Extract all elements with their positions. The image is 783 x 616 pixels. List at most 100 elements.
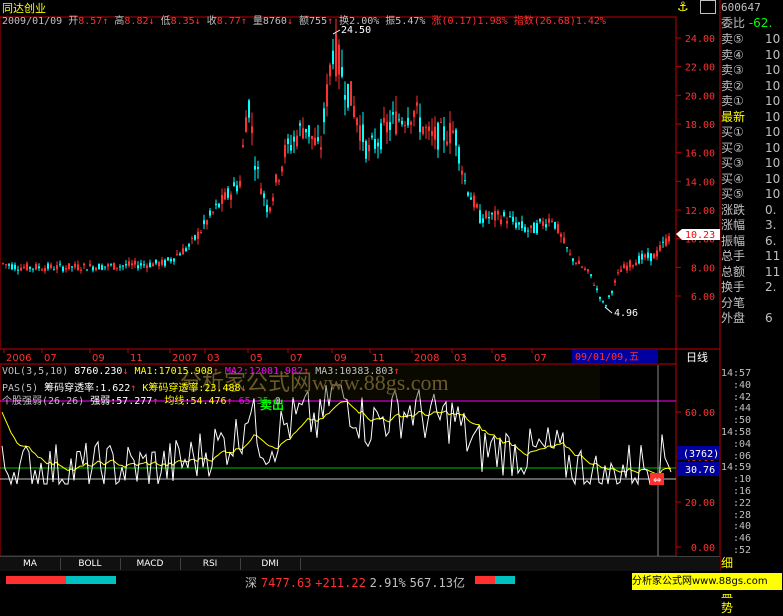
price-axis: 24.0022.0020.0018.0016.0014.0012.0010.00… (676, 34, 715, 303)
price-tick-label: 12.00 (685, 206, 715, 217)
quote-label: 涨跌 (721, 202, 746, 217)
candle-body (182, 248, 184, 255)
tab-macd[interactable]: MACD (120, 558, 181, 570)
candle-body (371, 135, 373, 138)
candle-body (377, 142, 379, 147)
turnover-label: 换 (339, 16, 350, 27)
candle-body (638, 255, 640, 264)
candle-body (581, 266, 583, 268)
high-value: 8.82 (124, 16, 149, 27)
low-label: 低 (160, 16, 171, 27)
candle-body (434, 126, 436, 140)
quote-value: 6 (765, 311, 773, 325)
candle-body (266, 204, 268, 213)
time-tick-label: 05 (494, 353, 507, 364)
period-label[interactable]: 日线 (686, 350, 708, 364)
candle-body (194, 235, 196, 240)
quote-label: 最新 (721, 109, 746, 124)
detail-tabs[interactable]: 细价盘势 (721, 556, 733, 615)
quote-label: 买① (721, 125, 744, 139)
candle-body (563, 237, 565, 244)
quote-value: 10 (765, 109, 781, 124)
candle-body (278, 180, 280, 182)
vol-line: VOL(3,5,10) 8760.230↓ MA1:17015.908↑ MA2… (2, 366, 400, 377)
tick-time: 14:58 (721, 427, 752, 438)
candle-body (383, 118, 385, 123)
candle-body (26, 263, 28, 271)
anchor-icon[interactable]: ⚓ (677, 0, 689, 15)
candle-body (557, 224, 559, 233)
candle-body (605, 305, 607, 307)
candle-body (476, 204, 478, 208)
candle-body (401, 120, 403, 125)
candle-body (362, 124, 364, 143)
window-button[interactable] (700, 0, 716, 14)
price-tick-label: 22.00 (685, 63, 715, 74)
candle-body (299, 123, 301, 126)
candle-body (512, 216, 514, 222)
time-tick-label: 03 (454, 353, 467, 364)
price-tick-label: 20.00 (685, 91, 715, 102)
candle-body (404, 125, 406, 127)
candle-body (119, 266, 121, 268)
tab-ma[interactable]: MA (0, 558, 61, 570)
candle-body (257, 166, 259, 169)
time-tick-label: 2008 (414, 353, 439, 364)
open-label: 开 (68, 16, 79, 27)
candle-body (485, 211, 487, 219)
candle-body (419, 117, 421, 133)
candle-body (305, 128, 307, 133)
candle-body (179, 253, 181, 256)
tab-dmi[interactable]: DMI (240, 558, 301, 570)
candle-body (44, 268, 46, 272)
candle-body (128, 261, 130, 266)
volume-label: 量 (252, 16, 263, 27)
candle-body (332, 50, 334, 65)
candle-body (647, 252, 649, 258)
candle-body (131, 263, 133, 266)
change-value: (0.17)1.98% (441, 16, 508, 27)
quote-value: 10 (765, 140, 781, 155)
candle-body (146, 265, 148, 269)
candle-body (368, 144, 370, 152)
avg-label: 均线: (164, 396, 191, 407)
tick-time: :46 (733, 533, 752, 545)
quote-row: 卖⑤ 10 (721, 32, 783, 47)
market-amount: 567.13亿 (409, 576, 465, 590)
quote-row: 涨跌 0. (721, 203, 783, 218)
candle-body (59, 263, 61, 265)
candle-body (386, 122, 388, 133)
candle-body (269, 207, 271, 212)
candle-body (545, 224, 547, 228)
candle-body (479, 210, 481, 224)
quote-row: 最新 10 (721, 110, 783, 125)
candle-body (398, 119, 400, 121)
candle-body (641, 253, 643, 260)
candle-body (611, 291, 613, 294)
low-pointer (604, 306, 613, 314)
change-label: 涨 (431, 16, 442, 27)
candle-body (500, 219, 502, 225)
close-value: 8.77 (216, 16, 241, 27)
low-value: 8.35 (170, 16, 195, 27)
candle-body (488, 217, 490, 219)
candle-body (617, 272, 619, 274)
candle-body (494, 210, 496, 221)
vol-ma3: MA3:10383.803 (315, 366, 394, 377)
candle-body (89, 263, 91, 267)
cursor-date: 09/01/09,五 (575, 352, 639, 363)
site-banner[interactable]: 分析家公式网www.88gs.com (632, 573, 782, 590)
tab-boll[interactable]: BOLL (60, 558, 121, 570)
quote-row: 买① 10 (721, 125, 783, 140)
tick-time: :44 (733, 403, 752, 415)
time-tick-label: 2007 (172, 353, 197, 364)
candle-body (86, 269, 88, 271)
candle-body (134, 260, 136, 265)
candle-body (569, 253, 571, 255)
tab-rsi[interactable]: RSI (180, 558, 241, 570)
tick-time: :16 (733, 486, 752, 497)
chart-canvas[interactable]: 24.0022.0020.0018.0016.0014.0012.0010.00… (0, 0, 783, 594)
candle-body (560, 233, 562, 237)
candle-body (425, 127, 427, 129)
quote-row: 买② 10 (721, 141, 783, 156)
